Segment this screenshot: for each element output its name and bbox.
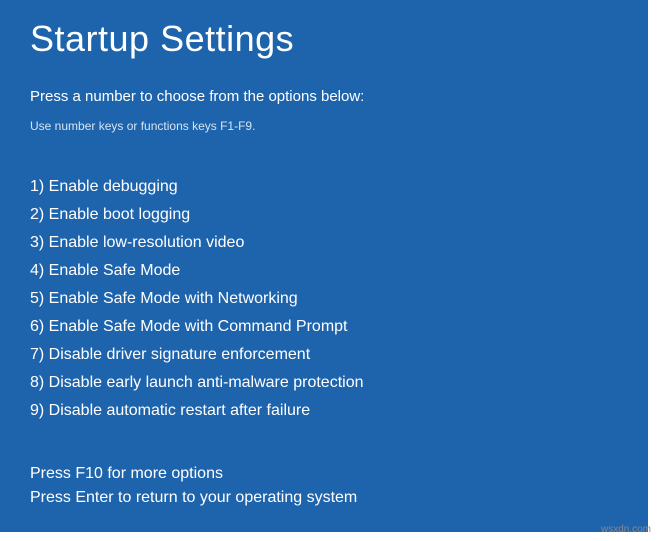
hint-text: Use number keys or functions keys F1-F9. [30, 119, 618, 133]
instruction-text: Press a number to choose from the option… [30, 88, 618, 105]
footer-return: Press Enter to return to your operating … [30, 486, 357, 510]
footer-more-options: Press F10 for more options [30, 462, 357, 486]
option-4[interactable]: 4) Enable Safe Mode [30, 257, 618, 285]
option-8[interactable]: 8) Disable early launch anti-malware pro… [30, 369, 618, 397]
option-1[interactable]: 1) Enable debugging [30, 173, 618, 201]
page-title: Startup Settings [30, 18, 618, 60]
option-6[interactable]: 6) Enable Safe Mode with Command Prompt [30, 313, 618, 341]
startup-settings-screen: Startup Settings Press a number to choos… [0, 0, 648, 532]
options-list: 1) Enable debugging 2) Enable boot loggi… [30, 173, 618, 425]
footer-instructions: Press F10 for more options Press Enter t… [30, 462, 357, 510]
watermark-text: wsxdn.com [601, 524, 651, 535]
option-9[interactable]: 9) Disable automatic restart after failu… [30, 397, 618, 425]
option-2[interactable]: 2) Enable boot logging [30, 201, 618, 229]
option-3[interactable]: 3) Enable low-resolution video [30, 229, 618, 257]
option-7[interactable]: 7) Disable driver signature enforcement [30, 341, 618, 369]
option-5[interactable]: 5) Enable Safe Mode with Networking [30, 285, 618, 313]
